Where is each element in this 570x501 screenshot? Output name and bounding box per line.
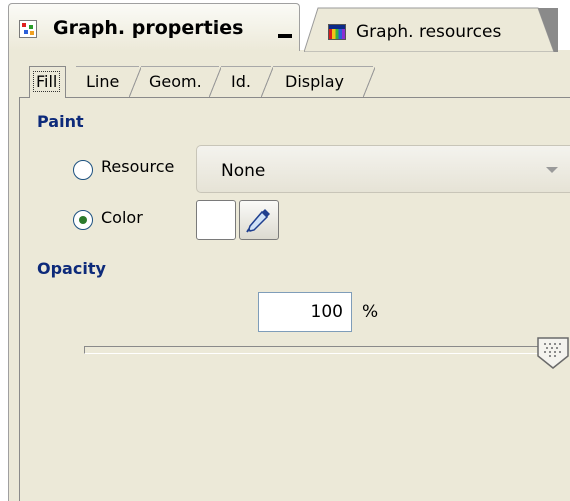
graph-properties-icon	[19, 20, 37, 38]
tab-id[interactable]: Id.	[221, 66, 273, 97]
tab-graph-resources[interactable]: Graph. resources	[304, 6, 558, 52]
opacity-group-title: Opacity	[35, 259, 108, 278]
resource-select[interactable]: None	[196, 145, 570, 193]
tab-display-label: Display	[285, 72, 344, 91]
tab-graph-properties[interactable]: Graph. properties	[8, 3, 300, 51]
tab-display[interactable]: Display	[273, 66, 375, 97]
color-label: Color	[101, 208, 143, 227]
tab-divider	[363, 67, 375, 97]
resource-select-value: None	[221, 161, 266, 181]
paint-group-title: Paint	[35, 112, 86, 131]
opacity-unit: %	[362, 302, 379, 322]
tab-divider	[209, 67, 221, 97]
color-picker-button[interactable]	[239, 200, 279, 240]
resources-tab-label: Graph. resources	[356, 22, 502, 42]
tab-divider	[261, 67, 273, 97]
resource-radio[interactable]	[73, 160, 93, 180]
eyedropper-icon	[246, 209, 270, 233]
panel-title: Graph. properties	[53, 17, 244, 39]
tab-fill[interactable]: Fill	[29, 66, 66, 98]
color-swatch[interactable]	[196, 200, 236, 240]
resource-label: Resource	[101, 157, 175, 176]
color-radio[interactable]	[73, 210, 93, 230]
chevron-down-icon	[546, 167, 558, 173]
tab-geom-label: Geom.	[149, 72, 202, 91]
graph-resources-icon	[328, 24, 346, 40]
tab-line-label: Line	[86, 72, 120, 91]
tab-geom[interactable]: Geom.	[141, 66, 221, 97]
opacity-slider-track[interactable]	[84, 346, 554, 354]
tab-id-label: Id.	[231, 72, 251, 91]
minimize-icon[interactable]	[278, 34, 292, 38]
tab-line[interactable]: Line	[76, 66, 141, 97]
tab-fill-label: Fill	[33, 71, 61, 92]
tab-divider	[129, 67, 141, 97]
opacity-slider-thumb[interactable]	[536, 336, 570, 370]
opacity-input[interactable]: 100	[258, 292, 352, 332]
